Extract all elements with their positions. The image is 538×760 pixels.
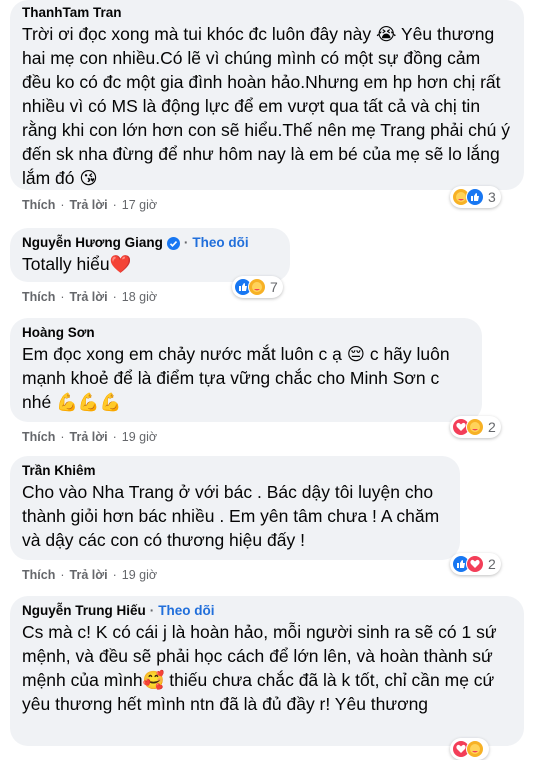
comment-text: Trời ơi đọc xong mà tui khóc đc luôn đây… xyxy=(22,24,515,188)
love-reaction-icon xyxy=(466,555,484,573)
reply-link[interactable]: Trả lời xyxy=(70,198,108,212)
comment-author[interactable]: Nguyễn Hương Giang xyxy=(22,234,163,252)
follow-button[interactable]: Theo dõi xyxy=(192,234,248,252)
care-reaction-icon xyxy=(466,418,484,436)
comment-bubble: Nguyễn Trung Hiếu · Theo dõi Cs mà c! K … xyxy=(10,596,524,746)
like-reaction-icon xyxy=(466,188,484,206)
comment-time[interactable]: 19 giờ xyxy=(122,430,157,444)
comment-text: Cho vào Nha Trang ở với bác . Bác dậy tô… xyxy=(22,482,445,550)
comment: Hoàng Sơn Em đọc xong em chảy nước mắt l… xyxy=(10,318,482,422)
comment-actions: Thích · Trả lời · 19 giờ xyxy=(22,430,158,444)
comment-text: Totally hiểu❤️ xyxy=(22,254,132,274)
reaction-summary[interactable] xyxy=(450,738,489,760)
comment-time[interactable]: 19 giờ xyxy=(122,568,157,582)
comment: Trần Khiêm Cho vào Nha Trang ở với bác .… xyxy=(10,456,460,560)
comment-bubble: Trần Khiêm Cho vào Nha Trang ở với bác .… xyxy=(10,456,460,560)
like-link[interactable]: Thích xyxy=(22,430,55,444)
comment-author[interactable]: Nguyễn Trung Hiếu xyxy=(22,602,146,620)
reaction-summary[interactable]: 2 xyxy=(450,416,501,438)
comment-actions: Thích · Trả lời · 17 giờ xyxy=(22,198,158,212)
reaction-count: 2 xyxy=(488,419,496,435)
comment-author[interactable]: Hoàng Sơn xyxy=(22,324,470,342)
like-link[interactable]: Thích xyxy=(22,568,55,582)
reply-link[interactable]: Trả lời xyxy=(70,568,108,582)
reaction-count: 7 xyxy=(270,279,278,295)
verified-badge-icon xyxy=(166,236,180,250)
reply-link[interactable]: Trả lời xyxy=(70,430,108,444)
reaction-summary[interactable]: 7 xyxy=(232,276,283,298)
comment-actions: Thích · Trả lời · 18 giờ xyxy=(22,290,158,304)
comment: Nguyễn Hương Giang · Theo dõi Totally hi… xyxy=(10,228,290,282)
comment-bubble: Nguyễn Hương Giang · Theo dõi Totally hi… xyxy=(10,228,290,282)
comment-bubble: ThanhTam Tran Trời ơi đọc xong mà tui kh… xyxy=(10,0,524,190)
comment-time[interactable]: 17 giờ xyxy=(122,198,157,212)
comment: Nguyễn Trung Hiếu · Theo dõi Cs mà c! K … xyxy=(10,596,524,746)
comment-text: Em đọc xong em chảy nước mắt luôn c ạ 😔 … xyxy=(22,344,455,412)
reaction-summary[interactable]: 2 xyxy=(450,553,501,575)
comment-time[interactable]: 18 giờ xyxy=(122,290,157,304)
reaction-summary[interactable]: 3 xyxy=(450,186,501,208)
comment-author[interactable]: ThanhTam Tran xyxy=(22,4,512,22)
follow-button[interactable]: Theo dõi xyxy=(158,602,214,620)
reaction-count: 3 xyxy=(488,189,496,205)
care-reaction-icon xyxy=(466,740,484,758)
comment: ThanhTam Tran Trời ơi đọc xong mà tui kh… xyxy=(10,0,524,190)
like-link[interactable]: Thích xyxy=(22,290,55,304)
comment-actions: Thích · Trả lời · 19 giờ xyxy=(22,568,158,582)
comment-bubble: Hoàng Sơn Em đọc xong em chảy nước mắt l… xyxy=(10,318,482,422)
like-link[interactable]: Thích xyxy=(22,198,55,212)
reply-link[interactable]: Trả lời xyxy=(70,290,108,304)
care-reaction-icon xyxy=(248,278,266,296)
comment-author[interactable]: Trần Khiêm xyxy=(22,462,448,480)
reaction-count: 2 xyxy=(488,556,496,572)
comment-text: Cs mà c! K có cái j là hoàn hảo, mỗi ngư… xyxy=(22,622,502,714)
